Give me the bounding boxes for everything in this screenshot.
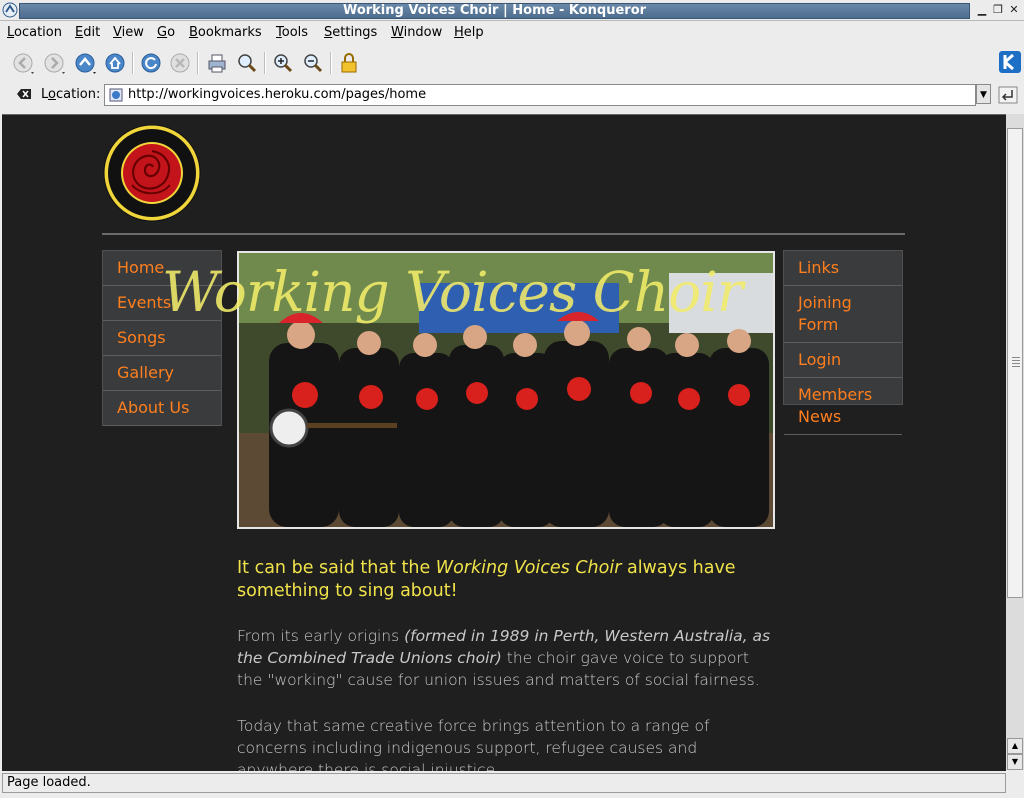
minimize-icon[interactable]: ▁ — [975, 3, 989, 17]
toolbar-separator — [330, 52, 332, 74]
menu-settings[interactable]: Settings — [324, 25, 377, 40]
toolbar-separator — [132, 52, 134, 74]
lead-statement: It can be said that the Working Voices C… — [237, 558, 736, 601]
url-field[interactable]: http://workingvoices.heroku.com/pages/ho… — [104, 84, 976, 106]
url-history-dropdown[interactable]: ▼ — [976, 84, 991, 104]
zoom-out-icon[interactable] — [300, 50, 326, 76]
scroll-up-icon[interactable]: ▲ — [1007, 738, 1023, 754]
menu-window[interactable]: Window — [391, 25, 442, 40]
scrollbar-thumb[interactable] — [1007, 128, 1023, 598]
up-icon[interactable] — [72, 50, 98, 76]
toolbar-separator — [264, 52, 266, 74]
toolbar-separator — [197, 52, 199, 74]
menu-view[interactable]: View — [113, 25, 144, 40]
window-titlebar[interactable]: Working Voices Choir | Home - Konqueror … — [0, 0, 1024, 21]
maximize-icon[interactable]: ❐ — [991, 3, 1005, 17]
menu-tools[interactable]: Tools — [276, 25, 308, 40]
nav-links[interactable]: Links — [784, 251, 902, 286]
home-icon[interactable] — [102, 50, 128, 76]
menu-help[interactable]: Help — [454, 25, 484, 40]
url-text[interactable]: http://workingvoices.heroku.com/pages/ho… — [128, 85, 426, 105]
reload-icon[interactable] — [138, 50, 164, 76]
menubar: Location Edit View Go Bookmarks Tools Se… — [0, 21, 1024, 45]
web-content-area[interactable]: Home Events Songs Gallery About Us Worki… — [2, 114, 1006, 771]
zoom-in-icon[interactable] — [270, 50, 296, 76]
konqueror-window-icon[interactable] — [2, 2, 18, 18]
find-icon[interactable] — [234, 50, 260, 76]
vertical-scrollbar[interactable]: ▲ ▼ — [1006, 114, 1024, 770]
forward-icon[interactable] — [41, 50, 67, 76]
window-title: Working Voices Choir | Home - Konqueror — [342, 3, 647, 18]
today-paragraph: Today that same creative force brings at… — [237, 717, 710, 771]
menu-go[interactable]: Go — [157, 25, 175, 40]
nav-joining-form[interactable]: Joining Form — [784, 286, 902, 343]
right-navigation: Links Joining Form Login Members News — [783, 250, 903, 435]
stop-icon[interactable] — [167, 50, 193, 76]
location-label: Location: — [41, 87, 101, 102]
page-favicon-icon — [109, 88, 123, 102]
menu-bookmarks[interactable]: Bookmarks — [189, 25, 262, 40]
nav-members-news[interactable]: Members News — [784, 378, 902, 435]
kde-logo-icon[interactable] — [998, 50, 1022, 74]
clear-location-icon[interactable] — [16, 87, 32, 101]
choir-rose-logo[interactable] — [102, 123, 202, 223]
header-divider — [102, 233, 905, 235]
scrollbar-grip — [1012, 357, 1020, 369]
menu-edit[interactable]: Edit — [75, 25, 100, 40]
nav-about-us[interactable]: About Us — [103, 391, 221, 426]
nav-login[interactable]: Login — [784, 343, 902, 378]
close-icon[interactable]: ✕ — [1007, 3, 1021, 17]
menu-location[interactable]: Location — [7, 25, 62, 40]
main-toolbar — [0, 46, 1024, 80]
go-url-icon[interactable] — [998, 86, 1018, 104]
location-bar: Location: http://workingvoices.heroku.co… — [0, 82, 1024, 110]
print-icon[interactable] — [204, 50, 230, 76]
nav-gallery[interactable]: Gallery — [103, 356, 221, 391]
title-bar-strip: Working Voices Choir | Home - Konqueror — [19, 3, 970, 19]
intro-paragraph: From its early origins (formed in 1989 i… — [237, 627, 771, 689]
nav-songs[interactable]: Songs — [103, 321, 221, 356]
security-lock-icon[interactable] — [336, 50, 362, 76]
hero-site-title: Working Voices Choir — [162, 260, 743, 324]
statusbar: Page loaded. — [0, 771, 1024, 798]
scroll-down-icon[interactable]: ▼ — [1007, 754, 1023, 770]
back-icon[interactable] — [10, 50, 36, 76]
status-text: Page loaded. — [2, 773, 1006, 793]
